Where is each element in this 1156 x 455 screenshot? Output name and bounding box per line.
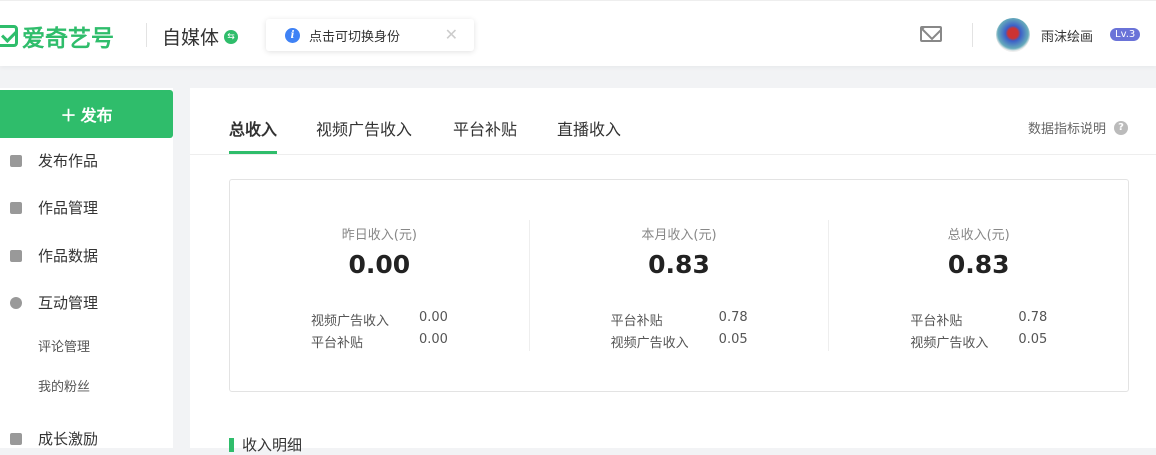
- row-label: 平台补贴: [311, 336, 364, 351]
- logo-check-icon: [0, 25, 18, 47]
- help-text: 数据指标说明: [1027, 122, 1106, 137]
- sidebar-item-publish-works[interactable]: 发布作品: [10, 150, 98, 171]
- row-value: 0.05: [718, 332, 748, 347]
- divider: [972, 23, 973, 47]
- sidebar-item-growth[interactable]: 成长激励: [10, 428, 98, 448]
- plus-icon: ＋: [60, 106, 77, 125]
- income-panel: 总收入 视频广告收入 平台补贴 直播收入 数据指标说明? 昨日收入(元) 0.0…: [190, 88, 1156, 454]
- stat-row: 视频广告收入 0.05: [611, 332, 748, 351]
- sidebar-item-fans[interactable]: 我的粉丝: [38, 376, 90, 395]
- tab-bar: 总收入 视频广告收入 平台补贴 直播收入 数据指标说明?: [190, 88, 1156, 155]
- close-icon[interactable]: ✕: [445, 25, 458, 44]
- stat-row: 平台补贴 0.78: [611, 310, 748, 329]
- sidebar-item-works-management[interactable]: 作品管理: [10, 197, 98, 218]
- divider: [146, 23, 147, 47]
- tab-live-income[interactable]: 直播收入: [557, 116, 621, 140]
- stat-row: 平台补贴 0.00: [311, 332, 448, 351]
- sidebar-item-label: 发布作品: [38, 152, 99, 170]
- sidebar-item-label: 作品数据: [38, 247, 99, 265]
- stat-label: 昨日收入(元): [341, 228, 417, 243]
- tooltip-text: 点击可切换身份: [309, 29, 401, 45]
- row-value: 0.78: [718, 310, 748, 325]
- row-label: 视频广告收入: [311, 314, 390, 329]
- tab-total-income[interactable]: 总收入: [229, 116, 278, 154]
- stat-label: 总收入(元): [947, 228, 1010, 243]
- sidebar: ＋发布 发布作品 作品管理 作品数据 互动管理 评论管理 我的粉丝 成长激励: [0, 88, 173, 448]
- stat-row: 平台补贴 0.78: [910, 310, 1047, 329]
- stat-value: 0.00: [348, 250, 411, 279]
- sidebar-item-comments[interactable]: 评论管理: [38, 336, 90, 355]
- sidebar-item-works-data[interactable]: 作品数据: [10, 245, 98, 266]
- metrics-help[interactable]: 数据指标说明?: [1028, 118, 1128, 137]
- row-value: 0.00: [419, 332, 448, 347]
- sidebar-item-label: 互动管理: [38, 294, 99, 312]
- yesterday-income: 昨日收入(元) 0.00 视频广告收入 0.00 平台补贴 0.00: [230, 220, 530, 351]
- chat-icon: [10, 296, 22, 309]
- username[interactable]: 雨沫绘画: [1041, 26, 1093, 45]
- publish-label: 发布: [80, 106, 113, 125]
- switch-identity-tooltip: i 点击可切换身份 ✕: [266, 19, 474, 51]
- question-icon: ?: [1114, 120, 1128, 135]
- avatar[interactable]: [996, 18, 1030, 52]
- row-value: 0.78: [1018, 310, 1048, 325]
- stat-row: 视频广告收入 0.00: [311, 310, 448, 329]
- sidebar-item-label: 作品管理: [38, 199, 99, 217]
- row-value: 0.05: [1018, 332, 1048, 347]
- info-icon: i: [285, 27, 300, 43]
- tab-video-ad-income[interactable]: 视频广告收入: [316, 116, 412, 140]
- section-title-text: 收入明细: [242, 436, 303, 454]
- stat-value: 0.83: [648, 250, 710, 279]
- row-value: 0.00: [419, 310, 448, 325]
- logo-text: 爱奇艺号: [22, 26, 114, 52]
- identity-label: 自媒体: [162, 27, 220, 49]
- swap-icon[interactable]: ⇆: [224, 29, 239, 44]
- publish-button[interactable]: ＋发布: [0, 90, 173, 138]
- iqiyi-logo[interactable]: 爱奇艺号: [0, 19, 114, 53]
- level-badge: Lv.3: [1110, 28, 1141, 41]
- stat-label: 本月收入(元): [641, 228, 717, 243]
- sidebar-item-interaction[interactable]: 互动管理: [10, 292, 98, 313]
- row-label: 平台补贴: [610, 314, 663, 329]
- month-income: 本月收入(元) 0.83 平台补贴 0.78 视频广告收入 0.05: [530, 220, 830, 351]
- total-income: 总收入(元) 0.83 平台补贴 0.78 视频广告收入 0.05: [829, 220, 1128, 351]
- bar-chart-icon: [10, 249, 22, 262]
- mail-icon[interactable]: [920, 26, 942, 42]
- sidebar-item-label: 成长激励: [38, 430, 99, 448]
- send-icon: [10, 154, 22, 167]
- identity-switcher[interactable]: 自媒体 ⇆: [162, 23, 239, 50]
- row-label: 平台补贴: [910, 314, 963, 329]
- row-label: 视频广告收入: [610, 336, 689, 351]
- play-icon: [10, 201, 22, 214]
- stat-value: 0.83: [947, 250, 1010, 279]
- stat-row: 视频广告收入 0.05: [910, 332, 1047, 351]
- top-header: 爱奇艺号 自媒体 ⇆ i 点击可切换身份 ✕ 雨沫绘画 Lv.3: [0, 0, 1156, 66]
- row-label: 视频广告收入: [910, 336, 989, 351]
- income-summary: 昨日收入(元) 0.00 视频广告收入 0.00 平台补贴 0.00 本月收入(元)…: [229, 179, 1129, 392]
- tab-platform-subsidy[interactable]: 平台补贴: [453, 116, 517, 140]
- income-details-title: 收入明细: [229, 434, 302, 455]
